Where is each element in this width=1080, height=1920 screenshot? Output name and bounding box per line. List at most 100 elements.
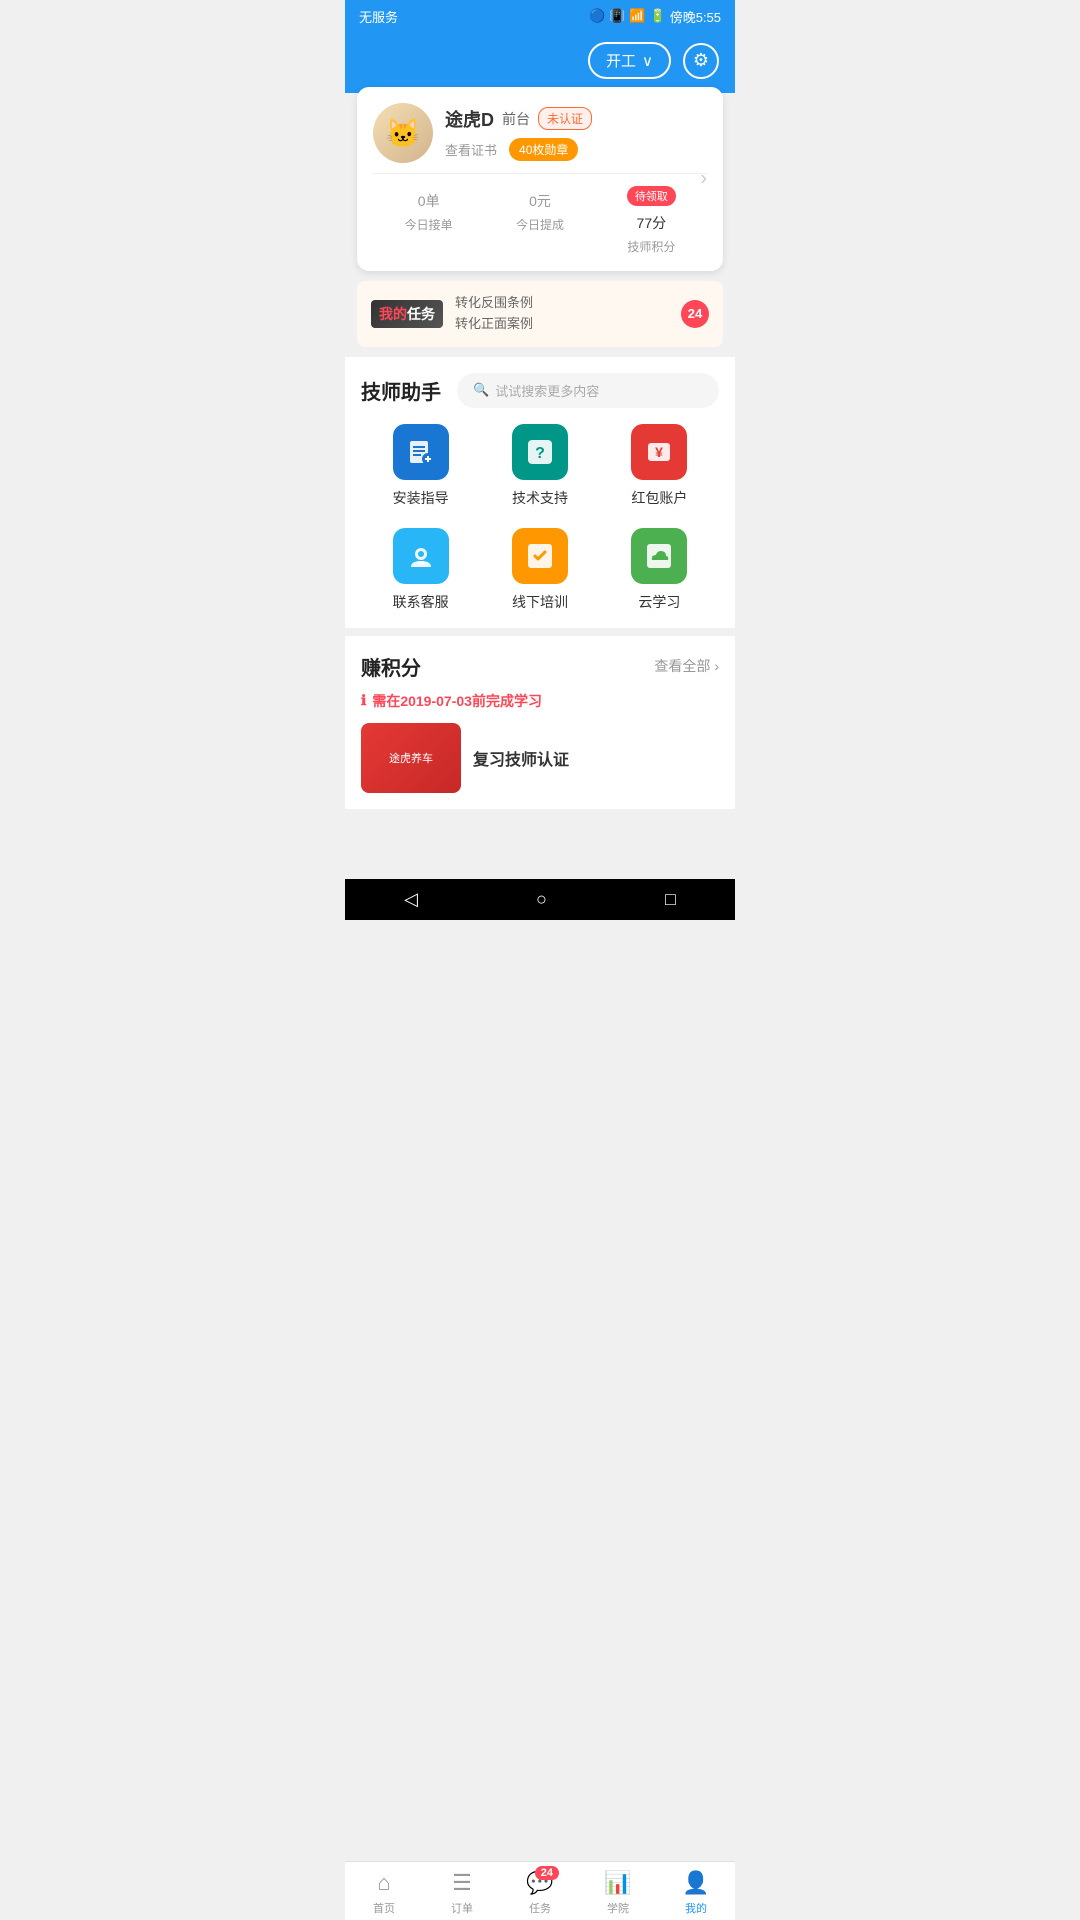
assistant-item-tech-support[interactable]: ? 技术支持 xyxy=(480,424,599,508)
avatar-image: 🐱 xyxy=(373,103,433,163)
points-value: 77分 xyxy=(596,208,707,234)
offline-training-label: 线下培训 xyxy=(512,592,568,612)
redpacket-icon: ¥ xyxy=(631,424,687,480)
task-label: 我的任务 xyxy=(371,300,443,328)
svg-text:?: ? xyxy=(535,445,545,462)
academy-icon: 📊 xyxy=(604,1870,631,1896)
work-button[interactable]: 开工 ∨ xyxy=(588,42,671,79)
back-button[interactable]: ◁ xyxy=(404,889,418,910)
status-bar: 无服务 🔵 📳 📶 🔋 傍晚5:55 xyxy=(345,0,735,32)
profile-info: 途虎D 前台 未认证 查看证书 40枚勋章 xyxy=(445,106,707,161)
profile-name-row: 途虎D 前台 未认证 xyxy=(445,106,707,132)
profile-card: 🐱 途虎D 前台 未认证 查看证书 40枚勋章 › 0单 今日接 xyxy=(357,87,723,271)
nav-item-orders[interactable]: ☰ 订单 xyxy=(423,1870,501,1916)
chevron-down-icon: ∨ xyxy=(642,52,653,70)
task-banner[interactable]: 我的任务 转化反围条例 转化正面案例 24 xyxy=(357,281,723,347)
tech-support-icon: ? xyxy=(512,424,568,480)
home-icon: ⌂ xyxy=(377,1870,390,1896)
settings-button[interactable]: ⚙ xyxy=(683,43,719,79)
nav-item-academy[interactable]: 📊 学院 xyxy=(579,1870,657,1916)
time-text: 傍晚5:55 xyxy=(670,7,721,26)
cloud-learning-icon xyxy=(631,528,687,584)
assistant-item-install-guide[interactable]: 安装指导 xyxy=(361,424,480,508)
assistant-item-redpacket[interactable]: ¥ 红包账户 xyxy=(600,424,719,508)
gear-icon: ⚙ xyxy=(693,50,709,71)
task-content: 转化反围条例 转化正面案例 xyxy=(455,293,669,335)
svg-text:¥: ¥ xyxy=(655,444,663,460)
redpacket-label: 红包账户 xyxy=(631,488,687,508)
mine-label: 我的 xyxy=(685,1900,707,1916)
install-guide-icon xyxy=(393,424,449,480)
stat-today-earnings: 0元 今日提成 xyxy=(484,186,595,255)
profile-name: 途虎D xyxy=(445,106,494,132)
stat-today-orders: 0单 今日接单 xyxy=(373,186,484,255)
search-icon: 🔍 xyxy=(473,382,489,398)
points-label: 技师积分 xyxy=(596,238,707,255)
work-button-label: 开工 xyxy=(606,50,636,71)
earn-points-section: 赚积分 查看全部 › ℹ 需在2019-07-03前完成学习 途虎养车 复习技师… xyxy=(345,636,735,809)
bluetooth-icon: 🔵 xyxy=(589,8,605,24)
home-label: 首页 xyxy=(373,1900,395,1916)
home-button[interactable]: ○ xyxy=(536,889,547,910)
search-placeholder: 试试搜索更多内容 xyxy=(495,381,599,400)
warning-icon: ℹ xyxy=(361,692,366,709)
cloud-learning-label: 云学习 xyxy=(638,592,680,612)
unverified-badge: 未认证 xyxy=(538,107,592,130)
assistant-grid: 安装指导 ? 技术支持 ¥ 红包账户 xyxy=(361,424,719,612)
earn-points-header: 赚积分 查看全部 › xyxy=(361,652,719,681)
deadline-text: 需在2019-07-03前完成学习 xyxy=(372,691,542,711)
orders-icon: ☰ xyxy=(452,1870,472,1896)
view-all-button[interactable]: 查看全部 › xyxy=(654,656,719,676)
profile-top: 🐱 途虎D 前台 未认证 查看证书 40枚勋章 › xyxy=(373,103,707,163)
offline-training-icon xyxy=(512,528,568,584)
customer-service-icon xyxy=(393,528,449,584)
course-title: 复习技师认证 xyxy=(473,746,569,770)
vibrate-icon: 📳 xyxy=(609,8,625,24)
assistant-title: 技师助手 xyxy=(361,376,441,405)
android-navigation: ◁ ○ □ xyxy=(345,879,735,920)
status-bar-right: 🔵 📳 📶 🔋 傍晚5:55 xyxy=(589,7,721,26)
header: 开工 ∨ ⚙ xyxy=(345,32,735,93)
assistant-header: 技师助手 🔍 试试搜索更多内容 xyxy=(361,373,719,408)
tasks-badge: 24 xyxy=(535,1866,559,1880)
assistant-item-cloud-learning[interactable]: 云学习 xyxy=(600,528,719,612)
orders-label: 订单 xyxy=(451,1900,473,1916)
profile-links: 查看证书 40枚勋章 xyxy=(445,138,707,161)
nav-item-tasks[interactable]: 💬 24 任务 xyxy=(501,1870,579,1916)
cert-link[interactable]: 查看证书 xyxy=(445,140,497,159)
wifi-icon: 📶 xyxy=(629,8,645,24)
bottom-navigation: ⌂ 首页 ☰ 订单 💬 24 任务 📊 学院 👤 我的 xyxy=(345,1861,735,1920)
stats-row: 0单 今日接单 0元 今日提成 待领取 77分 技师积分 xyxy=(373,173,707,255)
task-line1: 转化反围条例 xyxy=(455,293,669,314)
profile-chevron-icon[interactable]: › xyxy=(700,168,707,191)
medals-badge: 40枚勋章 xyxy=(509,138,578,161)
course-card[interactable]: 途虎养车 复习技师认证 xyxy=(361,723,719,793)
assistant-item-offline-training[interactable]: 线下培训 xyxy=(480,528,599,612)
stat-points: 待领取 77分 技师积分 xyxy=(596,186,707,255)
deadline-notice: ℹ 需在2019-07-03前完成学习 xyxy=(361,691,719,711)
task-count-badge: 24 xyxy=(681,300,709,328)
today-earnings-label: 今日提成 xyxy=(484,216,595,233)
today-orders-label: 今日接单 xyxy=(373,216,484,233)
avatar: 🐱 xyxy=(373,103,433,163)
mine-icon: 👤 xyxy=(682,1870,709,1896)
nav-item-mine[interactable]: 👤 我的 xyxy=(657,1870,735,1916)
today-earnings-value: 0元 xyxy=(484,186,595,212)
assistant-item-customer-service[interactable]: 联系客服 xyxy=(361,528,480,612)
earn-points-title: 赚积分 xyxy=(361,652,421,681)
assistant-section: 技师助手 🔍 试试搜索更多内容 xyxy=(345,357,735,628)
academy-label: 学院 xyxy=(607,1900,629,1916)
search-bar[interactable]: 🔍 试试搜索更多内容 xyxy=(457,373,719,408)
profile-role: 前台 xyxy=(502,109,530,129)
nav-item-home[interactable]: ⌂ 首页 xyxy=(345,1870,423,1916)
recent-button[interactable]: □ xyxy=(665,889,676,910)
tasks-label: 任务 xyxy=(529,1900,551,1916)
pending-badge: 待领取 xyxy=(627,186,676,206)
carrier-text: 无服务 xyxy=(359,7,398,26)
battery-icon: 🔋 xyxy=(650,8,666,24)
install-guide-label: 安装指导 xyxy=(393,488,449,508)
today-orders-value: 0单 xyxy=(373,186,484,212)
customer-service-label: 联系客服 xyxy=(393,592,449,612)
tech-support-label: 技术支持 xyxy=(512,488,568,508)
task-line2: 转化正面案例 xyxy=(455,314,669,335)
